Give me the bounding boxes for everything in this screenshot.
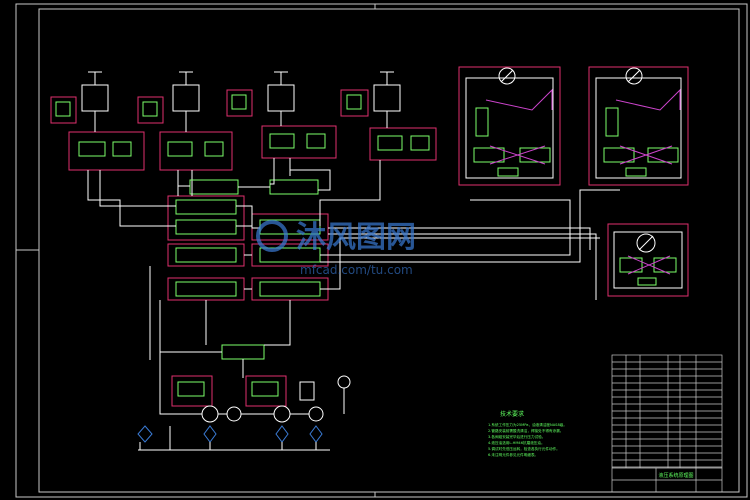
- notes-line-2: 2.管路安装前需酸洗清洁，焊接处不得有渗漏。: [488, 428, 563, 433]
- notes-line-6: 6.未注明元件参见元件明细表。: [488, 452, 538, 457]
- drawing-name: 液压系统原理图: [658, 472, 693, 479]
- watermark-url: mfcad.com/tu.com: [300, 263, 413, 277]
- cylinder-stations: [50, 71, 437, 196]
- hydraulic-schematic: 沐风图网 mfcad.com/tu.com 技术要求 1.系统工作压力为25MP…: [15, 3, 748, 498]
- cylinder-station-3: [226, 71, 337, 176]
- notes-line-1: 1.系统工作压力为25MPa，油液清洁度NAS8级。: [488, 422, 567, 427]
- cylinder-station-1: [50, 71, 145, 196]
- technical-notes: 技术要求 1.系统工作压力为25MPa，油液清洁度NAS8级。 2.管路安装前需…: [488, 410, 567, 457]
- notes-line-3: 3.各阀组安装完毕后进行压力试验。: [488, 434, 545, 439]
- notes-title: 技术要求: [500, 410, 524, 418]
- motor-unit-2: [588, 66, 689, 186]
- motor-unit-3: [607, 223, 689, 297]
- cylinder-station-4: [340, 71, 437, 178]
- motor-unit-1: [458, 66, 561, 186]
- cylinder-station-2: [137, 71, 233, 196]
- watermark: 沐风图网 mfcad.com/tu.com: [256, 220, 416, 277]
- watermark-text: 沐风图网: [296, 220, 416, 255]
- notes-line-5: 5.调试时先低压运转，检查各执行元件动作。: [488, 446, 560, 451]
- title-block: 液压系统原理图: [611, 354, 723, 493]
- pump-station: [137, 375, 351, 451]
- notes-line-4: 4.液压油选用L-HM46抗磨液压油。: [488, 440, 545, 445]
